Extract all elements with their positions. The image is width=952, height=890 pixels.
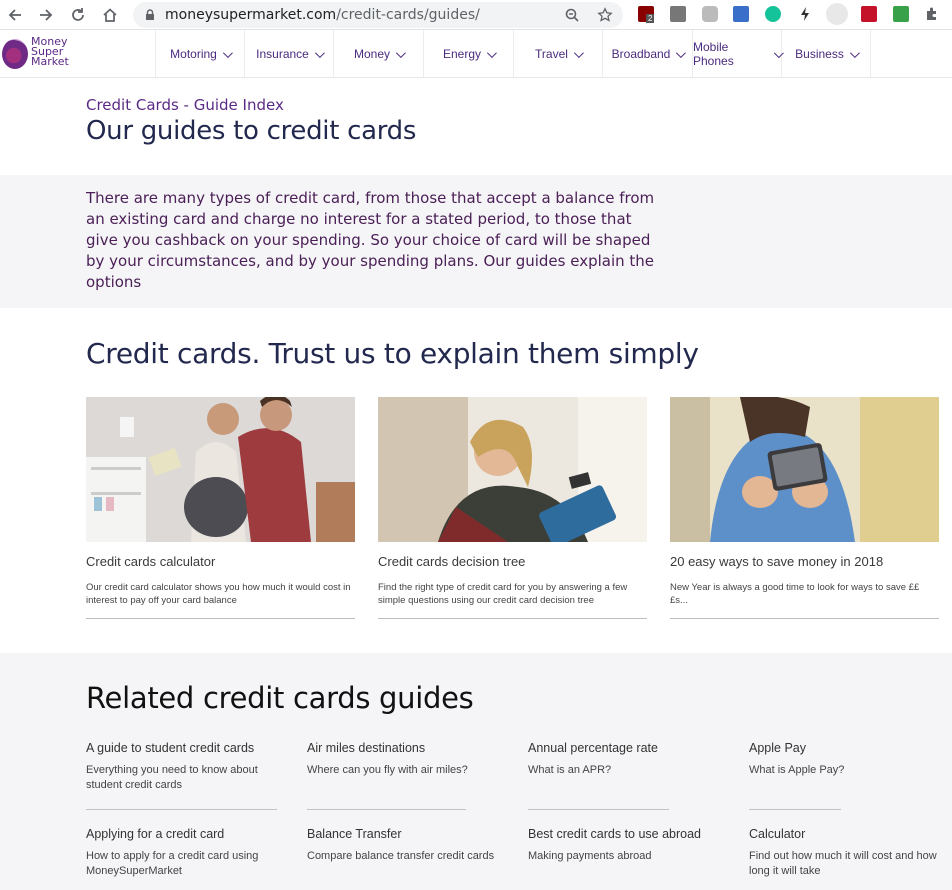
- card-desc: New Year is always a good time to look f…: [670, 582, 920, 606]
- guide-title[interactable]: Annual percentage rate: [528, 741, 728, 755]
- lock-icon: [146, 9, 154, 20]
- nav-label: Insurance: [256, 47, 309, 61]
- related-guide-item[interactable]: Applying for a credit card How to apply …: [86, 827, 281, 879]
- guide-title[interactable]: Balance Transfer: [307, 827, 507, 841]
- guide-card-decision-tree[interactable]: Credit cards decision tree Find the righ…: [378, 397, 647, 619]
- nav-energy[interactable]: Energy: [423, 30, 513, 78]
- url-text: moneysupermarket.com/credit-cards/guides…: [165, 7, 480, 23]
- nav-label: Business: [795, 47, 844, 61]
- card-title[interactable]: Credit cards calculator: [86, 554, 215, 569]
- logo-line-3: Market: [31, 55, 69, 68]
- calendar-icon[interactable]: [733, 6, 749, 22]
- chevron-down-icon: [486, 47, 497, 58]
- guide-title[interactable]: Best credit cards to use abroad: [528, 827, 728, 841]
- puzzle-icon[interactable]: [924, 6, 940, 22]
- nav-label: Broadband: [611, 47, 671, 61]
- related-guide-item[interactable]: Annual percentage rate What is an APR?: [528, 741, 728, 778]
- nav-label: Travel: [535, 47, 568, 61]
- intro-band: There are many types of credit card, fro…: [0, 175, 952, 308]
- site-header: Money Super Market Motoring Insurance Mo…: [0, 30, 952, 78]
- nav-broadband[interactable]: Broadband: [602, 30, 692, 78]
- zoom-icon[interactable]: [564, 7, 580, 23]
- divider: [749, 809, 841, 810]
- guide-title[interactable]: Applying for a credit card: [86, 827, 281, 841]
- section-title: Credit cards. Trust us to explain them s…: [86, 337, 699, 370]
- guide-desc: Making payments abroad: [528, 850, 652, 862]
- divider: [528, 809, 669, 810]
- guide-title[interactable]: Calculator: [749, 827, 949, 841]
- guide-desc: What is Apple Pay?: [749, 764, 845, 776]
- camera-icon[interactable]: [702, 6, 718, 22]
- related-guide-item[interactable]: Calculator Find out how much it will cos…: [749, 827, 949, 879]
- chevron-down-icon: [573, 47, 584, 58]
- bolt-icon[interactable]: [797, 6, 813, 22]
- intro-text: There are many types of credit card, fro…: [86, 189, 655, 291]
- bookmark-star-icon[interactable]: [597, 7, 613, 23]
- main-nav: Motoring Insurance Money Energy Travel B…: [155, 30, 871, 78]
- url-domain: moneysupermarket.com: [165, 7, 337, 23]
- nav-label: Money: [353, 47, 391, 61]
- nav-travel[interactable]: Travel: [513, 30, 602, 78]
- divider: [307, 809, 466, 810]
- nav-motoring[interactable]: Motoring: [155, 30, 244, 78]
- related-guides-section: Related credit cards guides A guide to s…: [0, 653, 952, 890]
- nav-insurance[interactable]: Insurance: [244, 30, 333, 78]
- chevron-down-icon: [222, 47, 233, 58]
- page-title: Our guides to credit cards: [86, 116, 417, 146]
- guide-desc: Find out how much it will cost and how l…: [749, 850, 937, 877]
- grammarly-icon[interactable]: [765, 6, 781, 22]
- related-title: Related credit cards guides: [86, 681, 474, 715]
- card-title[interactable]: 20 easy ways to save money in 2018: [670, 554, 883, 569]
- card-image-phone: [670, 397, 939, 542]
- card-desc: Our credit card calculator shows you how…: [86, 582, 351, 606]
- profile-icon[interactable]: [826, 3, 848, 25]
- home-icon[interactable]: [99, 4, 121, 26]
- guide-desc: Where can you fly with air miles?: [307, 764, 468, 776]
- css-icon[interactable]: [670, 6, 686, 22]
- guide-title[interactable]: A guide to student credit cards: [86, 741, 281, 755]
- nav-mobile-phones[interactable]: Mobile Phones: [692, 30, 784, 78]
- address-bar[interactable]: moneysupermarket.com/credit-cards/guides…: [133, 2, 623, 28]
- reload-icon[interactable]: [67, 4, 89, 26]
- nav-money[interactable]: Money: [333, 30, 423, 78]
- card-desc: Find the right type of credit card for y…: [378, 582, 628, 606]
- guide-desc: Compare balance transfer credit cards: [307, 850, 495, 862]
- pdf-icon[interactable]: [861, 6, 877, 22]
- url-path: /credit-cards/guides/: [336, 7, 480, 23]
- ublock-icon[interactable]: 2: [638, 6, 655, 23]
- nav-business[interactable]: Business: [781, 30, 871, 78]
- guide-card-calculator[interactable]: Credit cards calculator Our credit card …: [86, 397, 355, 619]
- extension-badge: 2: [646, 14, 655, 23]
- card-image-woman-tablet: [378, 397, 647, 542]
- guide-title[interactable]: Apple Pay: [749, 741, 949, 755]
- logo-wordmark: Money Super Market: [31, 36, 69, 68]
- guide-card-save-money[interactable]: 20 easy ways to save money in 2018 New Y…: [670, 397, 939, 619]
- divider: [86, 809, 277, 810]
- nav-label: Energy: [442, 47, 482, 61]
- back-icon[interactable]: [4, 4, 26, 26]
- related-guide-item[interactable]: A guide to student credit cards Everythi…: [86, 741, 281, 793]
- guide-desc: What is an APR?: [528, 764, 612, 776]
- card-image-couple: [86, 397, 355, 542]
- related-guide-item[interactable]: Best credit cards to use abroad Making p…: [528, 827, 728, 864]
- forward-icon[interactable]: [35, 4, 57, 26]
- nav-label: Motoring: [170, 47, 217, 61]
- nav-label: Mobile Phones: [693, 40, 734, 68]
- download-icon[interactable]: [893, 6, 909, 22]
- breadcrumb[interactable]: Credit Cards - Guide Index: [86, 96, 284, 114]
- chevron-down-icon: [314, 47, 325, 58]
- chevron-down-icon: [395, 47, 406, 58]
- related-guide-item[interactable]: Balance Transfer Compare balance transfe…: [307, 827, 507, 864]
- site-logo[interactable]: Money Super Market: [0, 36, 80, 72]
- logo-mark: [2, 39, 28, 69]
- guide-desc: How to apply for a credit card using Mon…: [86, 850, 259, 877]
- card-title[interactable]: Credit cards decision tree: [378, 554, 525, 569]
- related-guide-item[interactable]: Apple Pay What is Apple Pay?: [749, 741, 949, 778]
- guide-desc: Everything you need to know about studen…: [86, 764, 258, 791]
- chevron-down-icon: [676, 47, 687, 58]
- browser-toolbar: moneysupermarket.com/credit-cards/guides…: [0, 0, 952, 30]
- chevron-down-icon: [849, 47, 860, 58]
- related-guide-item[interactable]: Air miles destinations Where can you fly…: [307, 741, 507, 778]
- guide-title[interactable]: Air miles destinations: [307, 741, 507, 755]
